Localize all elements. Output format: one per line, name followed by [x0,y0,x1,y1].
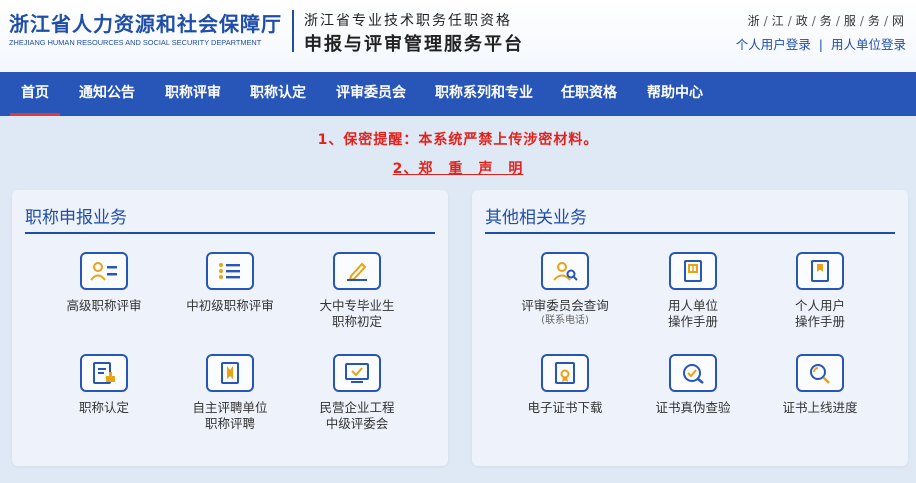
bookmark-icon [796,252,844,290]
user-search-icon [541,252,589,290]
id-card-icon [80,252,128,290]
platform-subtitle: 浙江省专业技术职务任职资格 [304,13,512,29]
tile-label: 个人用户 [794,298,845,313]
tile-label: 高级职称评审 [66,298,142,313]
manual-book-icon [669,252,717,290]
employer-login-link[interactable]: 用人单位登录 [831,37,906,52]
panel-title: 其他相关业务 [485,208,587,228]
tile-label: 证书真伪查验 [655,400,731,415]
platform-title: 申报与评审管理服务平台 [304,34,524,55]
tile-label: 民营企业工程 [319,400,395,415]
tile-label-line2: 操作手册 [667,314,718,329]
tile-label: 证书上线进度 [782,400,858,415]
tile-self-hire-unit[interactable]: 自主评聘单位 职称评聘 [165,354,295,432]
verify-search-icon [669,354,717,392]
tile-senior-review[interactable]: 高级职称评审 [39,252,169,314]
list-icon [206,252,254,290]
tile-label: 职称认定 [78,400,129,415]
tile-certificate-verify[interactable]: 证书真伪查验 [628,354,758,416]
panel-divider [485,232,895,234]
login-links: 个人用户登录 | 用人单位登录 [736,34,906,53]
tile-certificate-progress[interactable]: 证书上线进度 [755,354,885,416]
tile-label: 评审委员会查询 [521,298,609,313]
login-separator: | [818,37,823,52]
nav-title-review[interactable]: 职称评审 [158,72,228,116]
panel-divider [25,232,435,234]
tile-graduate-initial-title[interactable]: 大中专毕业生 职称初定 [292,252,422,330]
panel-title: 职称申报业务 [25,208,127,228]
personal-login-link[interactable]: 个人用户登录 [736,37,811,52]
main-nav: 首页 通知公告 职称评审 职称认定 评审委员会 职称系列和专业 任职资格 帮助中… [0,72,916,116]
tile-personal-manual[interactable]: 个人用户 操作手册 [755,252,885,330]
gov-portal-link[interactable]: 浙 / 江 / 政 / 务 / 服 / 务 / 网 [748,12,904,29]
progress-search-icon [796,354,844,392]
tile-sub-label: (联系电话) [541,315,589,326]
tile-label-line2: 职称初定 [331,314,382,329]
tile-label: 自主评聘单位 [192,400,268,415]
tile-label-line2: 操作手册 [794,314,845,329]
declaration-link[interactable]: 2、郑 重 声 明 [393,161,524,177]
nav-home[interactable]: 首页 [10,72,60,116]
tile-label: 用人单位 [667,298,718,313]
tile-title-recognition[interactable]: 职称认定 [39,354,169,416]
monitor-check-icon [333,354,381,392]
tile-private-enterprise[interactable]: 民营企业工程 中级评委会 [292,354,422,432]
site-header: 浙江省人力资源和社会保障厅 ZHEJIANG HUMAN RESOURCES A… [0,0,916,72]
declaration-notice: 2、郑 重 声 明 [0,158,916,178]
tile-label-line2: 中级评委会 [325,416,389,431]
nav-help-center[interactable]: 帮助中心 [640,72,710,116]
nav-qualification[interactable]: 任职资格 [554,72,624,116]
document-stamp-icon [80,354,128,392]
nav-announcements[interactable]: 通知公告 [72,72,142,116]
nav-title-series[interactable]: 职称系列和专业 [428,72,540,116]
tile-label-line2: 职称评聘 [204,416,255,431]
tile-committee-query[interactable]: 评审委员会查询 (联系电话) [500,252,630,328]
department-name[interactable]: 浙江省人力资源和社会保障厅 [9,8,282,37]
tile-mid-junior-review[interactable]: 中初级职称评审 [165,252,295,314]
confidentiality-notice: 1、保密提醒：本系统严禁上传涉密材料。 [317,132,599,148]
tile-label: 电子证书下载 [527,400,603,415]
nav-review-committee[interactable]: 评审委员会 [328,72,414,116]
department-name-en: ZHEJIANG HUMAN RESOURCES AND SOCIAL SECU… [9,38,262,47]
certificate-icon [206,354,254,392]
tile-label: 大中专毕业生 [319,298,395,313]
title-application-panel: 职称申报业务 高级职称评审 中初级职称评审 大中专毕业生 职称初定 职称认定 自… [12,190,448,466]
tile-employer-manual[interactable]: 用人单位 操作手册 [628,252,758,330]
certificate-medal-icon [541,354,589,392]
other-services-panel: 其他相关业务 评审委员会查询 (联系电话) 用人单位 操作手册 个人用户 操作手… [472,190,908,466]
tile-label: 中初级职称评审 [186,298,274,313]
nav-title-recognition[interactable]: 职称认定 [243,72,313,116]
tile-e-certificate-download[interactable]: 电子证书下载 [500,354,630,416]
pen-edit-icon [333,252,381,290]
logo-divider [292,10,294,52]
